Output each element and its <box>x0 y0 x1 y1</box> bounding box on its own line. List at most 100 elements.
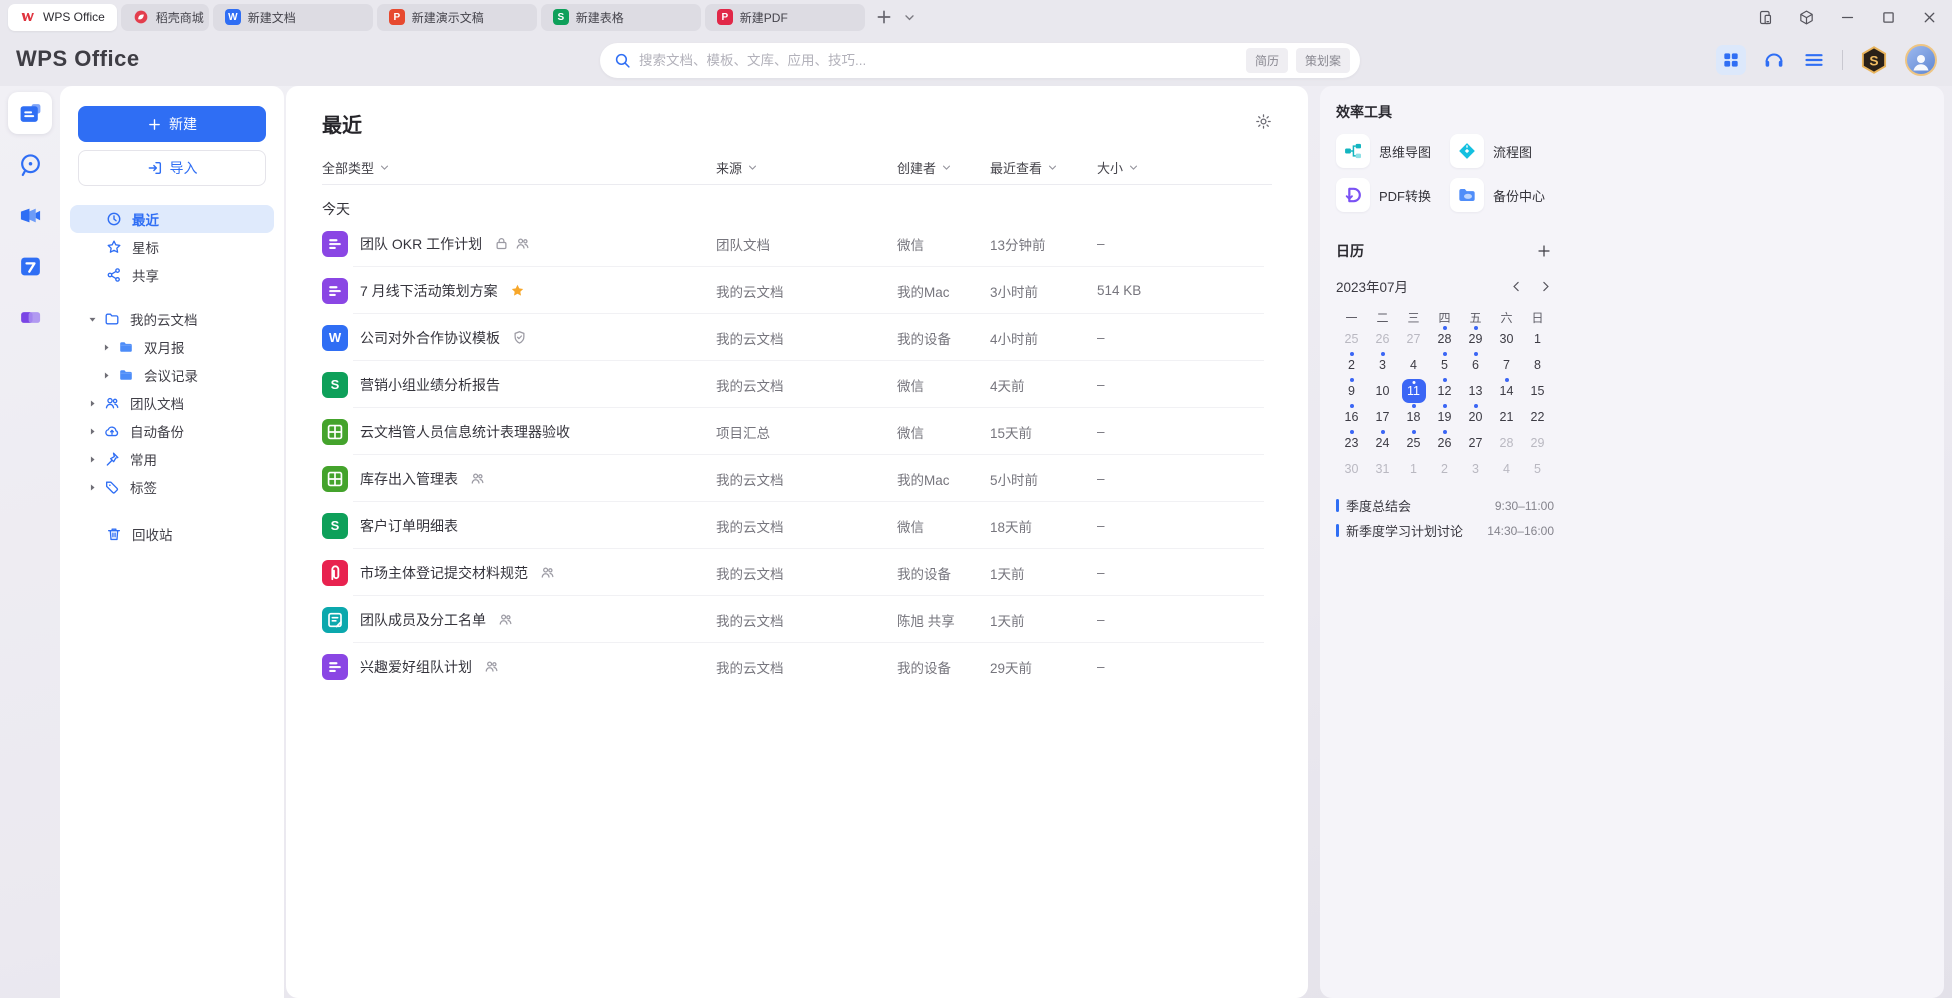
calendar-prev-button[interactable] <box>1510 280 1523 293</box>
calendar-day[interactable]: 3 <box>1460 456 1491 482</box>
file-row[interactable]: 7 月线下活动策划方案我的云文档我的Mac3小时前514 KB <box>322 267 1272 314</box>
search-input[interactable] <box>639 53 1246 68</box>
caret-right-icon[interactable] <box>101 342 112 353</box>
filter-大小[interactable]: 大小 <box>1097 158 1272 177</box>
filter-创建者[interactable]: 创建者 <box>897 158 990 177</box>
document-tab[interactable]: P新建演示文稿 <box>377 4 537 31</box>
caret-right-icon[interactable] <box>87 426 98 437</box>
rail-item-meeting[interactable] <box>8 194 52 236</box>
calendar-day[interactable]: 28 <box>1491 430 1522 456</box>
file-row[interactable]: 库存出入管理表我的云文档我的Mac5小时前– <box>322 455 1272 502</box>
new-tab-button[interactable] <box>875 8 893 26</box>
calendar-day[interactable]: 18 <box>1398 404 1429 430</box>
tree-item-双月报[interactable]: 双月报 <box>70 333 274 361</box>
calendar-day[interactable]: 22 <box>1522 404 1553 430</box>
add-event-button[interactable] <box>1536 243 1552 259</box>
sidebar-item-星标[interactable]: 星标 <box>70 233 274 261</box>
search-bar[interactable]: 简历 策划案 <box>600 43 1360 78</box>
calendar-day[interactable]: 13 <box>1460 378 1491 404</box>
tree-item-常用[interactable]: 常用 <box>70 445 274 473</box>
tool-思维导图[interactable]: 思维导图 <box>1336 134 1450 168</box>
new-button[interactable]: 新建 <box>78 106 266 142</box>
filter-最近查看[interactable]: 最近查看 <box>990 158 1097 177</box>
calendar-day[interactable]: 4 <box>1491 456 1522 482</box>
file-row[interactable]: 团队成员及分工名单我的云文档陈旭 共享1天前– <box>322 596 1272 643</box>
calendar-day[interactable]: 28 <box>1429 326 1460 352</box>
calendar-day[interactable]: 14 <box>1491 378 1522 404</box>
gear-icon[interactable] <box>1255 113 1272 130</box>
calendar-day[interactable]: 29 <box>1522 430 1553 456</box>
tablet-phone-icon[interactable] <box>1757 9 1774 26</box>
calendar-day[interactable]: 17 <box>1367 404 1398 430</box>
tab-list-dropdown[interactable] <box>903 11 916 24</box>
avatar[interactable] <box>1905 44 1937 76</box>
calendar-day[interactable]: 12 <box>1429 378 1460 404</box>
calendar-day[interactable]: 16 <box>1336 404 1367 430</box>
calendar-day[interactable]: 26 <box>1367 326 1398 352</box>
calendar-day[interactable]: 1 <box>1398 456 1429 482</box>
calendar-day-selected[interactable]: 11 <box>1398 378 1429 404</box>
calendar-event[interactable]: 季度总结会9:30–11:00 <box>1336 493 1554 518</box>
caret-right-icon[interactable] <box>87 482 98 493</box>
calendar-day[interactable]: 15 <box>1522 378 1553 404</box>
calendar-day[interactable]: 2 <box>1336 352 1367 378</box>
calendar-day[interactable]: 30 <box>1336 456 1367 482</box>
sidebar-item-回收站[interactable]: 回收站 <box>70 520 274 548</box>
sidebar-item-最近[interactable]: 最近 <box>70 205 274 233</box>
filter-来源[interactable]: 来源 <box>716 158 897 177</box>
tool-流程图[interactable]: 流程图 <box>1450 134 1554 168</box>
file-row[interactable]: 团队 OKR 工作计划团队文档微信13分钟前– <box>322 220 1272 267</box>
search-tag-plan[interactable]: 策划案 <box>1296 48 1350 73</box>
calendar-day[interactable]: 3 <box>1367 352 1398 378</box>
file-row[interactable]: 市场主体登记提交材料规范我的云文档我的设备1天前– <box>322 549 1272 596</box>
document-tab[interactable]: WPS Office <box>8 4 117 31</box>
calendar-day[interactable]: 25 <box>1398 430 1429 456</box>
caret-right-icon[interactable] <box>87 454 98 465</box>
apps-grid-icon[interactable] <box>1716 45 1746 75</box>
calendar-day[interactable]: 27 <box>1460 430 1491 456</box>
calendar-day[interactable]: 31 <box>1367 456 1398 482</box>
caret-right-icon[interactable] <box>87 398 98 409</box>
calendar-day[interactable]: 6 <box>1460 352 1491 378</box>
tool-PDF转换[interactable]: PDF转换 <box>1336 178 1450 212</box>
calendar-day[interactable]: 20 <box>1460 404 1491 430</box>
tree-item-我的云文档[interactable]: 我的云文档 <box>70 305 274 333</box>
file-row[interactable]: 云文档管人员信息统计表理器验收项目汇总微信15天前– <box>322 408 1272 455</box>
calendar-day[interactable]: 7 <box>1491 352 1522 378</box>
tree-item-会议记录[interactable]: 会议记录 <box>70 361 274 389</box>
main-menu-icon[interactable] <box>1802 48 1826 72</box>
file-row[interactable]: S营销小组业绩分析报告我的云文档微信4天前– <box>322 361 1272 408</box>
document-tab[interactable]: P新建PDF <box>705 4 865 31</box>
calendar-day[interactable]: 5 <box>1429 352 1460 378</box>
document-tab[interactable]: S新建表格 <box>541 4 701 31</box>
close-icon[interactable] <box>1921 9 1938 26</box>
calendar-day[interactable]: 23 <box>1336 430 1367 456</box>
calendar-day[interactable]: 27 <box>1398 326 1429 352</box>
tree-item-自动备份[interactable]: 自动备份 <box>70 417 274 445</box>
maximize-icon[interactable] <box>1880 9 1897 26</box>
calendar-day[interactable]: 5 <box>1522 456 1553 482</box>
calendar-day[interactable]: 4 <box>1398 352 1429 378</box>
file-row[interactable]: 兴趣爱好组队计划我的云文档我的设备29天前– <box>322 643 1272 690</box>
calendar-day[interactable]: 10 <box>1367 378 1398 404</box>
rail-item-calendar[interactable] <box>8 245 52 287</box>
calendar-day[interactable]: 26 <box>1429 430 1460 456</box>
calendar-day[interactable]: 8 <box>1522 352 1553 378</box>
tree-item-标签[interactable]: 标签 <box>70 473 274 501</box>
tool-备份中心[interactable]: 备份中心 <box>1450 178 1554 212</box>
calendar-day[interactable]: 2 <box>1429 456 1460 482</box>
calendar-day[interactable]: 1 <box>1522 326 1553 352</box>
support-headset-icon[interactable] <box>1762 48 1786 72</box>
calendar-day[interactable]: 21 <box>1491 404 1522 430</box>
file-row[interactable]: S客户订单明细表我的云文档微信18天前– <box>322 502 1272 549</box>
file-row[interactable]: W公司对外合作协议模板我的云文档我的设备4小时前– <box>322 314 1272 361</box>
calendar-day[interactable]: 9 <box>1336 378 1367 404</box>
calendar-day[interactable]: 24 <box>1367 430 1398 456</box>
caret-right-icon[interactable] <box>101 370 112 381</box>
calendar-day[interactable]: 25 <box>1336 326 1367 352</box>
rail-item-documents[interactable] <box>8 92 52 134</box>
sidebar-item-共享[interactable]: 共享 <box>70 261 274 289</box>
filter-全部类型[interactable]: 全部类型 <box>322 158 716 177</box>
calendar-day[interactable]: 29 <box>1460 326 1491 352</box>
calendar-day[interactable]: 30 <box>1491 326 1522 352</box>
